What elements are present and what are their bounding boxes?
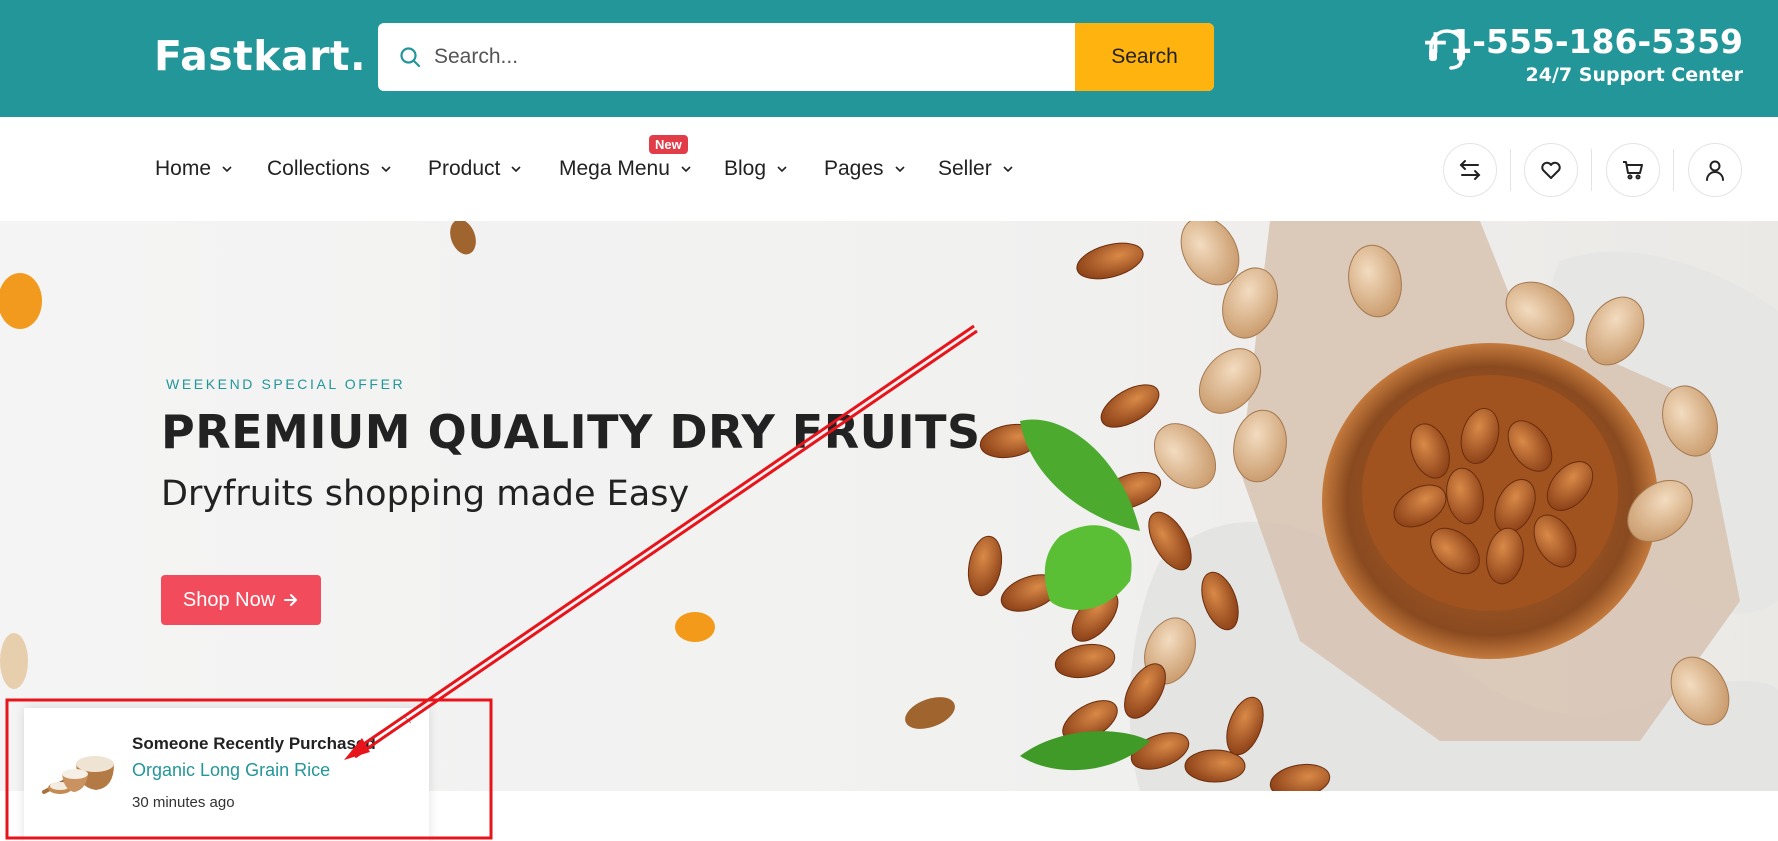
main-nav: Home Collections Product New Mega Menu B… [0, 117, 1778, 221]
top-bar: Fastkart. Search +1-555-186-5359 24/7 Su… [0, 0, 1778, 117]
cart-button[interactable] [1606, 143, 1660, 197]
user-icon [1706, 160, 1724, 181]
hero-title: PREMIUM QUALITY DRY FRUITS [161, 405, 981, 459]
search-button[interactable]: Search [1075, 23, 1214, 91]
nav-item-product[interactable]: Product [428, 157, 522, 181]
shop-now-button[interactable]: Shop Now [161, 575, 321, 625]
nav-item-label: Collections [267, 157, 370, 180]
chevron-down-icon [777, 166, 787, 173]
chevron-down-icon [381, 166, 391, 173]
support-label: 24/7 Support Center [1525, 64, 1743, 86]
search-input[interactable] [434, 23, 1114, 91]
nav-item-label: Mega Menu [559, 157, 670, 180]
popup-heading: Someone Recently Purchased [132, 734, 376, 753]
popup-product-link[interactable]: Organic Long Grain Rice [132, 760, 330, 781]
search-bar: Search [378, 23, 1214, 91]
search-icon [400, 47, 421, 68]
phone-number[interactable]: +1-555-186-5359 [1422, 22, 1743, 61]
nav-item-label: Seller [938, 157, 992, 180]
nav-item-label: Home [155, 157, 212, 180]
rice-product-image [42, 756, 114, 794]
nav-item-label: Blog [724, 157, 767, 180]
arrow-right-icon [284, 594, 298, 606]
chevron-down-icon [894, 166, 905, 173]
wishlist-button[interactable] [1524, 143, 1578, 197]
close-icon[interactable]: × [404, 712, 412, 728]
heart-icon [1541, 161, 1561, 179]
hero-subtitle: Dryfruits shopping made Easy [161, 474, 690, 514]
account-button[interactable] [1688, 143, 1742, 197]
compare-button[interactable] [1443, 143, 1497, 197]
nav-item-label: Pages [824, 157, 884, 180]
nav-item-pages[interactable]: Pages [824, 157, 906, 181]
nav-item-collections[interactable]: Collections [267, 157, 392, 181]
hero-offer-tag: WEEKEND SPECIAL OFFER [166, 376, 406, 392]
divider [1591, 149, 1592, 191]
recent-purchase-popup: Someone Recently Purchased Organic Long … [24, 708, 429, 841]
chevron-down-icon [222, 166, 232, 173]
nav-item-mega-menu[interactable]: Mega Menu [559, 157, 692, 181]
cart-icon [1623, 161, 1643, 180]
new-badge: New [649, 135, 688, 154]
shop-now-label: Shop Now [182, 588, 276, 611]
chevron-down-icon [511, 166, 521, 173]
hero-banner: WEEKEND SPECIAL OFFER PREMIUM QUALITY DR… [0, 221, 1778, 791]
divider [1510, 149, 1511, 191]
divider [1673, 149, 1674, 191]
nav-item-seller[interactable]: Seller [938, 157, 1014, 181]
site-logo[interactable]: Fastkart. [154, 32, 366, 80]
compare-icon [1459, 160, 1481, 180]
nav-item-blog[interactable]: Blog [724, 157, 788, 181]
chevron-down-icon [681, 166, 691, 173]
chevron-down-icon [1003, 166, 1013, 173]
popup-timestamp: 30 minutes ago [132, 794, 235, 811]
nav-item-label: Product [428, 157, 501, 180]
nav-item-home[interactable]: Home [155, 157, 233, 181]
